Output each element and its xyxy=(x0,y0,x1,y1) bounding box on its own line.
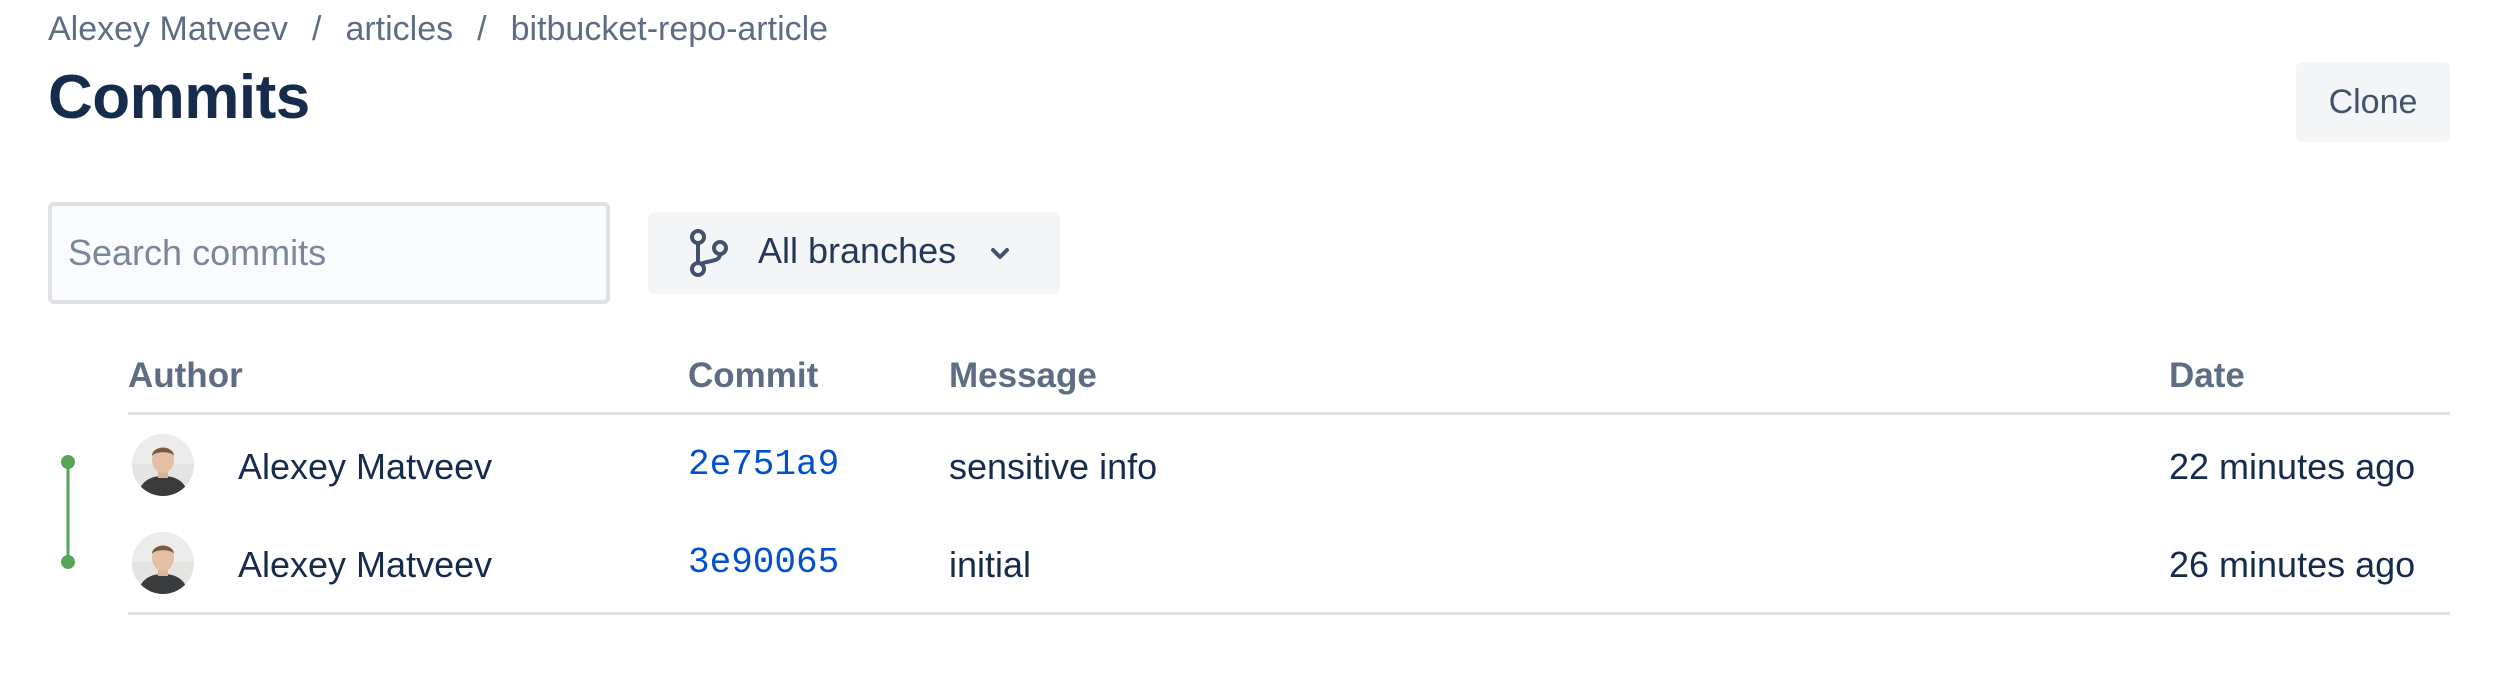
breadcrumb-item-project[interactable]: articles xyxy=(345,10,453,49)
branch-icon xyxy=(690,229,728,277)
table-row: Alexey Matveev 2e751a9 sensitive info 22… xyxy=(128,416,2450,514)
breadcrumb-separator: / xyxy=(477,10,487,48)
avatar[interactable] xyxy=(132,434,194,496)
commit-message: sensitive info xyxy=(949,446,1158,487)
author-name: Alexey Matveev xyxy=(238,544,493,585)
commit-date: 22 minutes ago xyxy=(2169,446,2416,487)
breadcrumb-separator: / xyxy=(312,10,322,48)
branch-filter-dropdown[interactable]: All branches xyxy=(648,212,1060,294)
column-header-author: Author xyxy=(128,356,243,395)
search-input[interactable] xyxy=(48,202,610,304)
chevron-down-icon xyxy=(991,248,1009,259)
breadcrumb-item-repository[interactable]: bitbucket-repo-article xyxy=(511,10,828,49)
breadcrumb: Alexey Matveev / articles / bitbucket-re… xyxy=(48,10,828,49)
column-header-commit: Commit xyxy=(688,356,819,395)
table-divider xyxy=(128,612,2450,615)
commit-graph-node xyxy=(61,455,75,469)
author-name: Alexey Matveev xyxy=(238,446,493,487)
page-title: Commits xyxy=(48,63,310,132)
avatar[interactable] xyxy=(132,532,194,594)
commit-date: 26 minutes ago xyxy=(2169,544,2416,585)
clone-button[interactable]: Clone xyxy=(2296,62,2450,142)
commit-hash-link[interactable]: 3e90065 xyxy=(688,542,839,583)
column-header-message: Message xyxy=(949,356,1097,395)
commit-hash-link[interactable]: 2e751a9 xyxy=(688,444,839,485)
table-row: Alexey Matveev 3e90065 initial 26 minute… xyxy=(128,514,2450,612)
commit-graph-node xyxy=(61,555,75,569)
commit-message: initial xyxy=(949,544,1032,585)
commit-graph xyxy=(61,455,75,569)
commits-table-header: Author Commit Message Date xyxy=(128,356,2450,415)
column-header-date: Date xyxy=(2169,356,2245,395)
branch-filter-label: All branches xyxy=(758,230,957,271)
breadcrumb-item-owner[interactable]: Alexey Matveev xyxy=(48,10,288,49)
